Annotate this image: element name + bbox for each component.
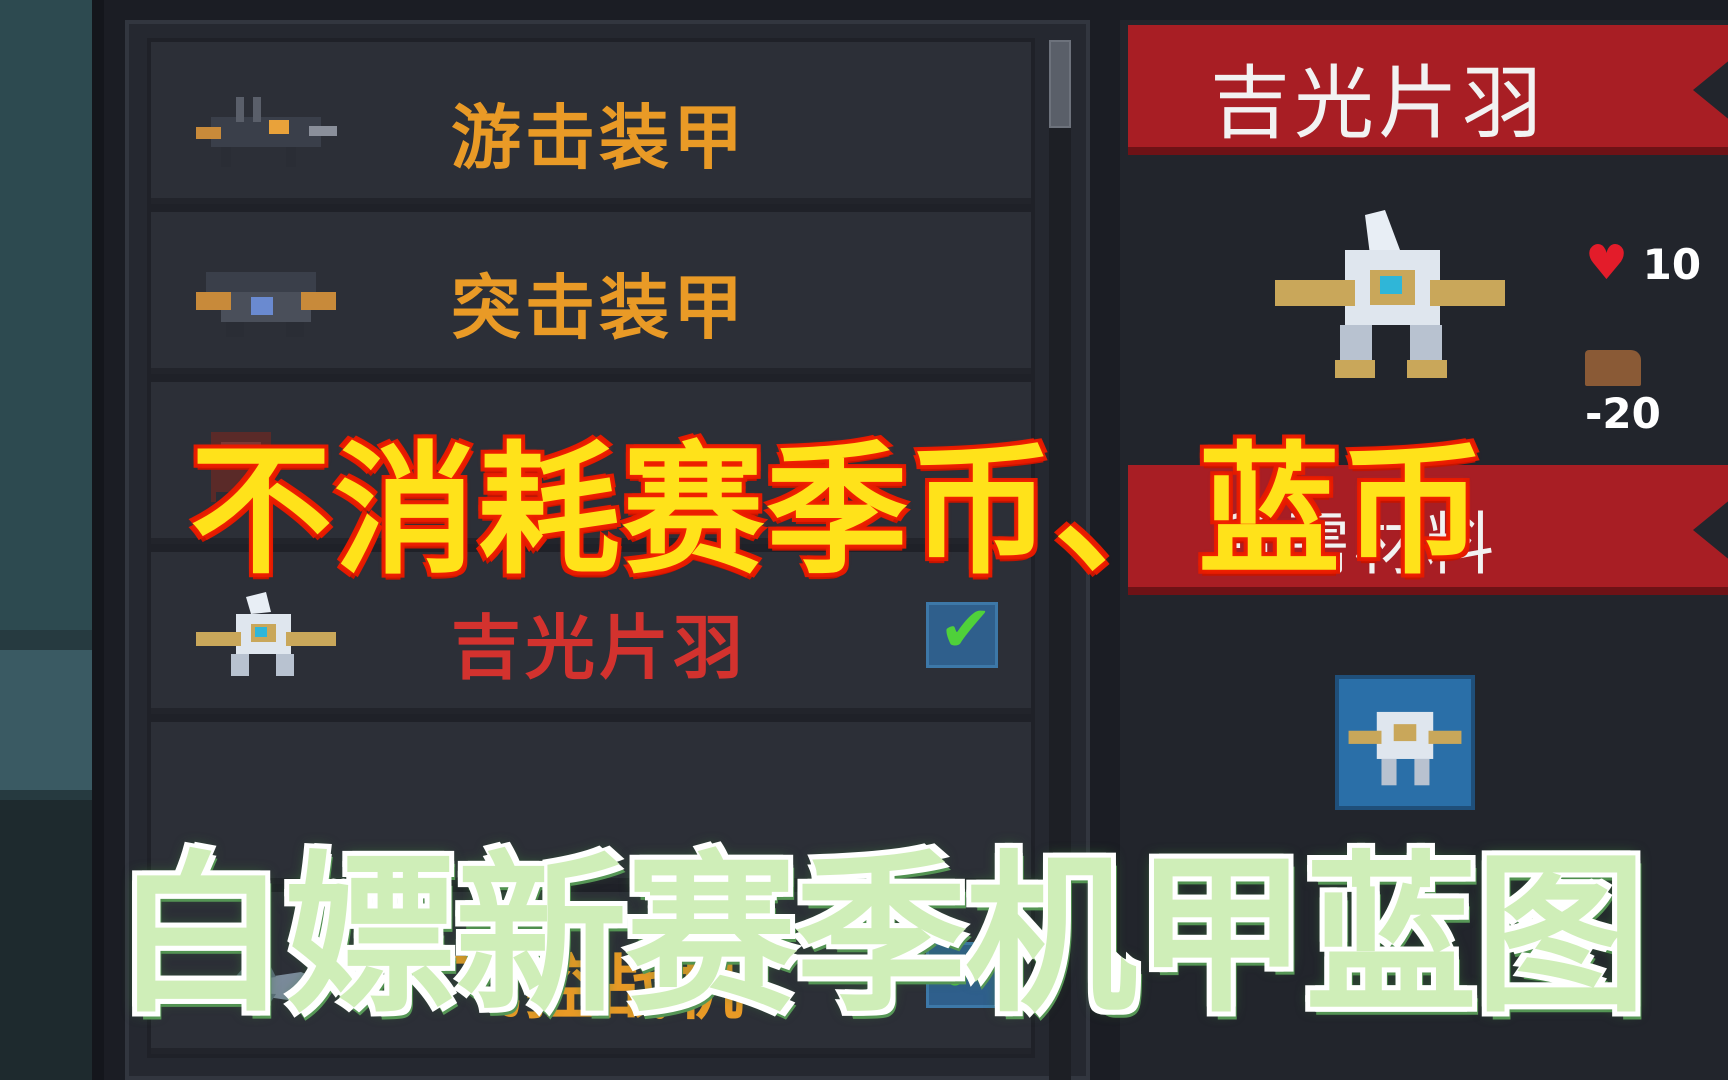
owned-checkbox[interactable]: ✔: [926, 593, 998, 668]
banner-notch: [1693, 45, 1728, 135]
scrollbar-thumb[interactable]: [1049, 40, 1071, 128]
jiguang-mech-preview: [1275, 210, 1505, 378]
background-water: [0, 650, 92, 790]
caption-top: 不消耗赛季币、蓝币: [190, 429, 1486, 594]
game-background-left: [0, 0, 104, 1080]
mech-name: 吉光片羽: [451, 607, 747, 689]
health-stat: ♥ 10: [1585, 235, 1701, 291]
blueprint-icon[interactable]: [1335, 675, 1475, 810]
heart-icon: ♥: [1585, 235, 1629, 291]
detail-title: 吉光片羽: [1210, 57, 1546, 150]
caption-bottom: 白嫖新赛季机甲蓝图: [115, 835, 1647, 1036]
panel-frame: [92, 0, 104, 1080]
mech-name: 游击装甲: [451, 97, 747, 179]
background-wall: [0, 0, 92, 630]
detail-title-banner: 吉光片羽: [1128, 25, 1728, 155]
assault-mech-icon: [196, 272, 336, 337]
mech-list-item[interactable]: 突击装甲: [147, 208, 1035, 378]
banner-notch: [1693, 485, 1728, 575]
boot-icon: [1585, 349, 1641, 386]
health-value: 10: [1642, 240, 1702, 289]
mech-list-item[interactable]: 游击装甲: [147, 38, 1035, 208]
guerrilla-mech-icon: [196, 97, 337, 167]
mech-name: 突击装甲: [451, 267, 747, 349]
background-floor: [0, 800, 92, 1080]
jiguang-mech-icon: [196, 592, 336, 676]
speed-stat: -20: [1585, 340, 1728, 438]
check-icon: ✔: [939, 593, 993, 667]
speed-value: -20: [1585, 389, 1661, 438]
blueprint-mech-icon: [1348, 711, 1462, 786]
